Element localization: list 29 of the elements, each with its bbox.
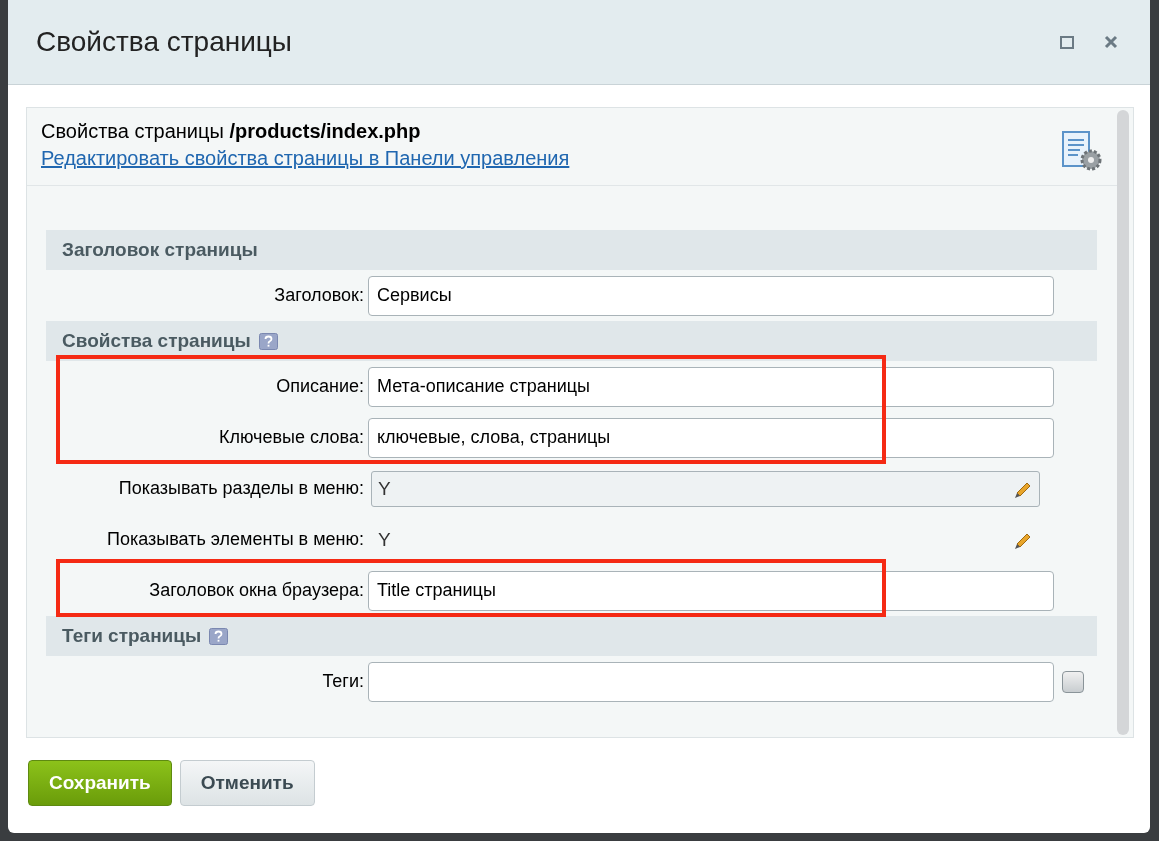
- cancel-button[interactable]: Отменить: [179, 760, 315, 806]
- field-label: Заголовок окна браузера:: [148, 580, 365, 601]
- maximize-icon: [1060, 35, 1074, 49]
- text-field[interactable]: Сервисы: [368, 275, 1054, 316]
- readonly-field[interactable]: Y: [371, 470, 1040, 507]
- field-value: Y: [378, 528, 391, 551]
- field-label: Описание:: [275, 376, 365, 397]
- text-field[interactable]: ключевые, слова, страницы: [368, 417, 1054, 458]
- page-caption: Свойства страницы /products/index.php: [41, 120, 422, 143]
- help-icon[interactable]: [209, 627, 229, 645]
- field-value: Y: [378, 477, 391, 500]
- section-title: Свойства страницы: [62, 330, 251, 352]
- field-label: Показывать элементы в меню:: [105, 529, 365, 550]
- tags-field[interactable]: [368, 661, 1054, 702]
- field-label: Ключевые слова:: [217, 427, 365, 448]
- section-title: Заголовок страницы: [62, 239, 258, 261]
- field-label: Теги:: [321, 671, 365, 692]
- window-title: Свойства страницы: [36, 26, 293, 58]
- checkbox[interactable]: [1062, 670, 1084, 693]
- field-label: Заголовок:: [273, 285, 365, 306]
- section-title: Теги страницы: [62, 625, 202, 647]
- readonly-field[interactable]: Y: [371, 521, 1040, 558]
- scrollbar[interactable]: [1117, 110, 1129, 735]
- field-label: Показывать разделы в меню:: [117, 478, 365, 499]
- close-icon: [1104, 35, 1118, 49]
- edit-link[interactable]: Редактировать свойства страницы в Панели управления: [41, 147, 570, 170]
- text-field[interactable]: Title страницы: [368, 570, 1054, 611]
- text-field[interactable]: Мета-описание страницы: [368, 366, 1054, 407]
- help-icon[interactable]: [258, 332, 278, 350]
